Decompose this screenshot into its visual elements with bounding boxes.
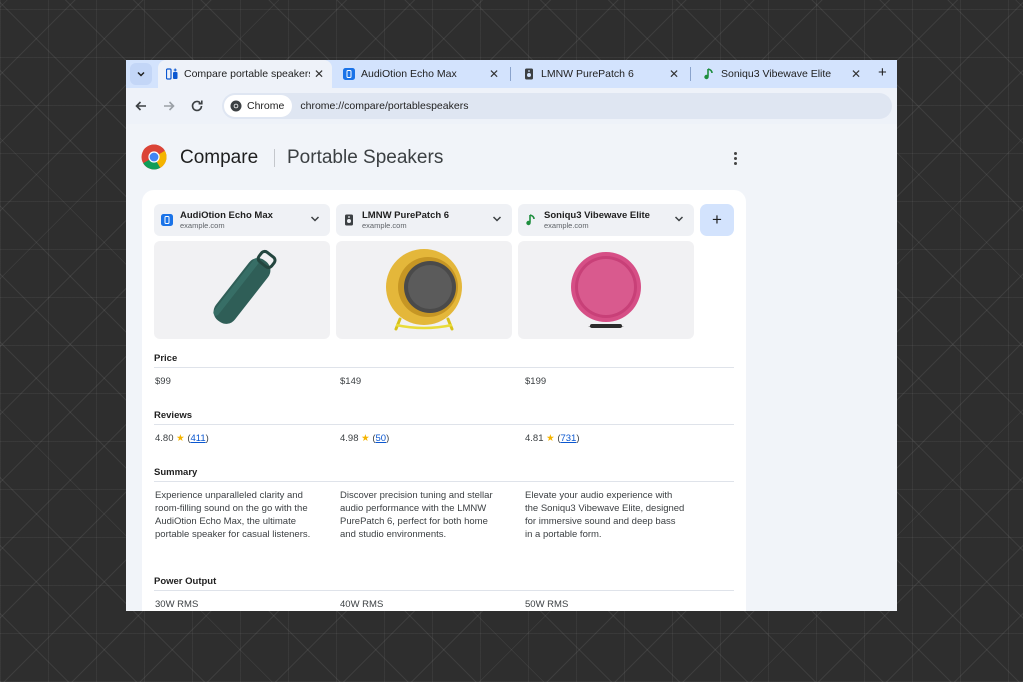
- star-icon: ★: [546, 433, 555, 444]
- product-selector-soniqu3[interactable]: Soniqu3 Vibewave Elite example.com: [518, 204, 694, 236]
- section-label-reviews: Reviews: [154, 410, 193, 421]
- tab-soniqu3[interactable]: Soniqu3 Vibewave Elite ✕: [695, 60, 869, 88]
- arrow-left-icon: [135, 101, 146, 111]
- tab-title: Compare portable speakers: [184, 68, 310, 80]
- tab-compare[interactable]: Compare portable speakers ✕: [158, 60, 332, 88]
- forward-button[interactable]: [159, 96, 179, 116]
- page-title: Portable Speakers: [287, 147, 444, 168]
- rating-value: 4.80: [155, 433, 174, 444]
- tab-title: LMNW PurePatch 6: [541, 68, 634, 80]
- close-paren: ): [205, 433, 209, 444]
- compare-icon: [166, 68, 178, 80]
- brand-title: Compare: [180, 147, 259, 168]
- divider: [154, 481, 734, 482]
- divider: [154, 590, 734, 591]
- section-label-power: Power Output: [154, 576, 217, 587]
- chrome-logo-icon: [230, 100, 242, 112]
- product-image-lmnw: [336, 241, 512, 339]
- reload-button[interactable]: [187, 96, 207, 116]
- chevron-down-icon: [674, 216, 684, 222]
- add-product-button[interactable]: +: [700, 204, 734, 236]
- reviews-value: 4.98 ★ (50): [340, 432, 389, 445]
- reviews-count-link[interactable]: 731: [560, 433, 576, 444]
- new-tab-button[interactable]: +: [878, 65, 887, 81]
- reviews-value: 4.81 ★ (731): [525, 432, 580, 445]
- section-label-summary: Summary: [154, 467, 198, 478]
- browser-toolbar: Chrome chrome://compare/portablespeakers: [126, 88, 897, 124]
- price-value: $99: [155, 376, 171, 387]
- divider: [154, 367, 734, 368]
- divider: [154, 424, 734, 425]
- audiotion-favicon-icon: [161, 214, 173, 226]
- tab-separator: [690, 67, 691, 81]
- product-selector-audiotion[interactable]: AudiOtion Echo Max example.com: [154, 204, 330, 236]
- reload-icon: [191, 100, 203, 112]
- tab-title: AudiOtion Echo Max: [361, 68, 457, 80]
- round-speaker-icon: [386, 249, 462, 331]
- chevron-down-icon: [310, 216, 320, 222]
- tab-lmnw[interactable]: LMNW PurePatch 6 ✕: [515, 60, 687, 88]
- tab-strip: Compare portable speakers ✕ AudiOtion Ec…: [126, 60, 897, 88]
- star-icon: ★: [176, 433, 185, 444]
- tab-audiotion[interactable]: AudiOtion Echo Max ✕: [335, 60, 507, 88]
- chip-label: Chrome: [247, 100, 285, 112]
- reviews-value: 4.80 ★ (411): [155, 432, 209, 445]
- back-button[interactable]: [131, 96, 151, 116]
- chevron-down-icon: [137, 71, 145, 77]
- power-value: 30W RMS: [155, 599, 199, 610]
- product-domain: example.com: [544, 220, 589, 230]
- music-note-icon: [703, 68, 715, 80]
- divider: [274, 149, 275, 167]
- summary-text: Discover precision tuning and stellar au…: [340, 490, 493, 540]
- close-paren: ): [576, 433, 580, 444]
- star-icon: ★: [361, 433, 370, 444]
- rating-value: 4.81: [525, 433, 544, 444]
- more-options-button[interactable]: [727, 148, 743, 168]
- product-selector-lmnw[interactable]: LMNW PurePatch 6 example.com: [336, 204, 512, 236]
- round-speaker-icon: [571, 252, 641, 328]
- chrome-logo-icon: [141, 144, 167, 170]
- power-value: 50W RMS: [525, 599, 569, 610]
- product-image-audiotion: [154, 241, 330, 339]
- product-domain: example.com: [362, 220, 407, 230]
- close-icon[interactable]: ✕: [489, 67, 499, 81]
- url-text: chrome://compare/portablespeakers: [300, 100, 469, 112]
- lmnw-favicon-icon: [523, 68, 535, 80]
- browser-window: Compare portable speakers ✕ AudiOtion Ec…: [126, 60, 897, 611]
- product-name: LMNW PurePatch 6: [362, 209, 450, 221]
- product-domain: example.com: [180, 220, 225, 230]
- close-icon[interactable]: ✕: [851, 67, 861, 81]
- arrow-right-icon: [164, 101, 175, 111]
- comparison-table: AudiOtion Echo Max example.com LMNW Pure…: [142, 190, 746, 611]
- close-paren: ): [386, 433, 390, 444]
- reviews-count-link[interactable]: 411: [190, 433, 205, 444]
- close-icon[interactable]: ✕: [669, 67, 679, 81]
- power-value: 40W RMS: [340, 599, 384, 610]
- address-bar[interactable]: Chrome chrome://compare/portablespeakers: [222, 93, 892, 119]
- reviews-count-link[interactable]: 50: [375, 433, 386, 444]
- close-icon[interactable]: ✕: [314, 67, 324, 81]
- summary-text: Experience unparalleled clarity and room…: [155, 490, 311, 540]
- product-image-soniqu3: [518, 241, 694, 339]
- rating-value: 4.98: [340, 433, 359, 444]
- cylindrical-speaker-icon: [213, 249, 277, 324]
- tab-title: Soniqu3 Vibewave Elite: [721, 68, 832, 80]
- tab-search-button[interactable]: [130, 63, 152, 85]
- price-value: $199: [525, 376, 547, 387]
- chevron-down-icon: [492, 216, 502, 222]
- audiotion-favicon-icon: [343, 68, 355, 80]
- chrome-chip[interactable]: Chrome: [224, 95, 293, 117]
- compare-page: Compare Portable Speakers AudiOtion Echo…: [126, 124, 897, 611]
- summary-text: Elevate your audio experience with the S…: [525, 490, 685, 540]
- section-label-price: Price: [154, 353, 178, 364]
- price-value: $149: [340, 376, 362, 387]
- music-note-icon: [525, 214, 537, 226]
- tab-separator: [510, 67, 511, 81]
- lmnw-favicon-icon: [343, 214, 355, 226]
- product-name: AudiOtion Echo Max: [180, 209, 273, 221]
- product-name: Soniqu3 Vibewave Elite: [544, 209, 650, 221]
